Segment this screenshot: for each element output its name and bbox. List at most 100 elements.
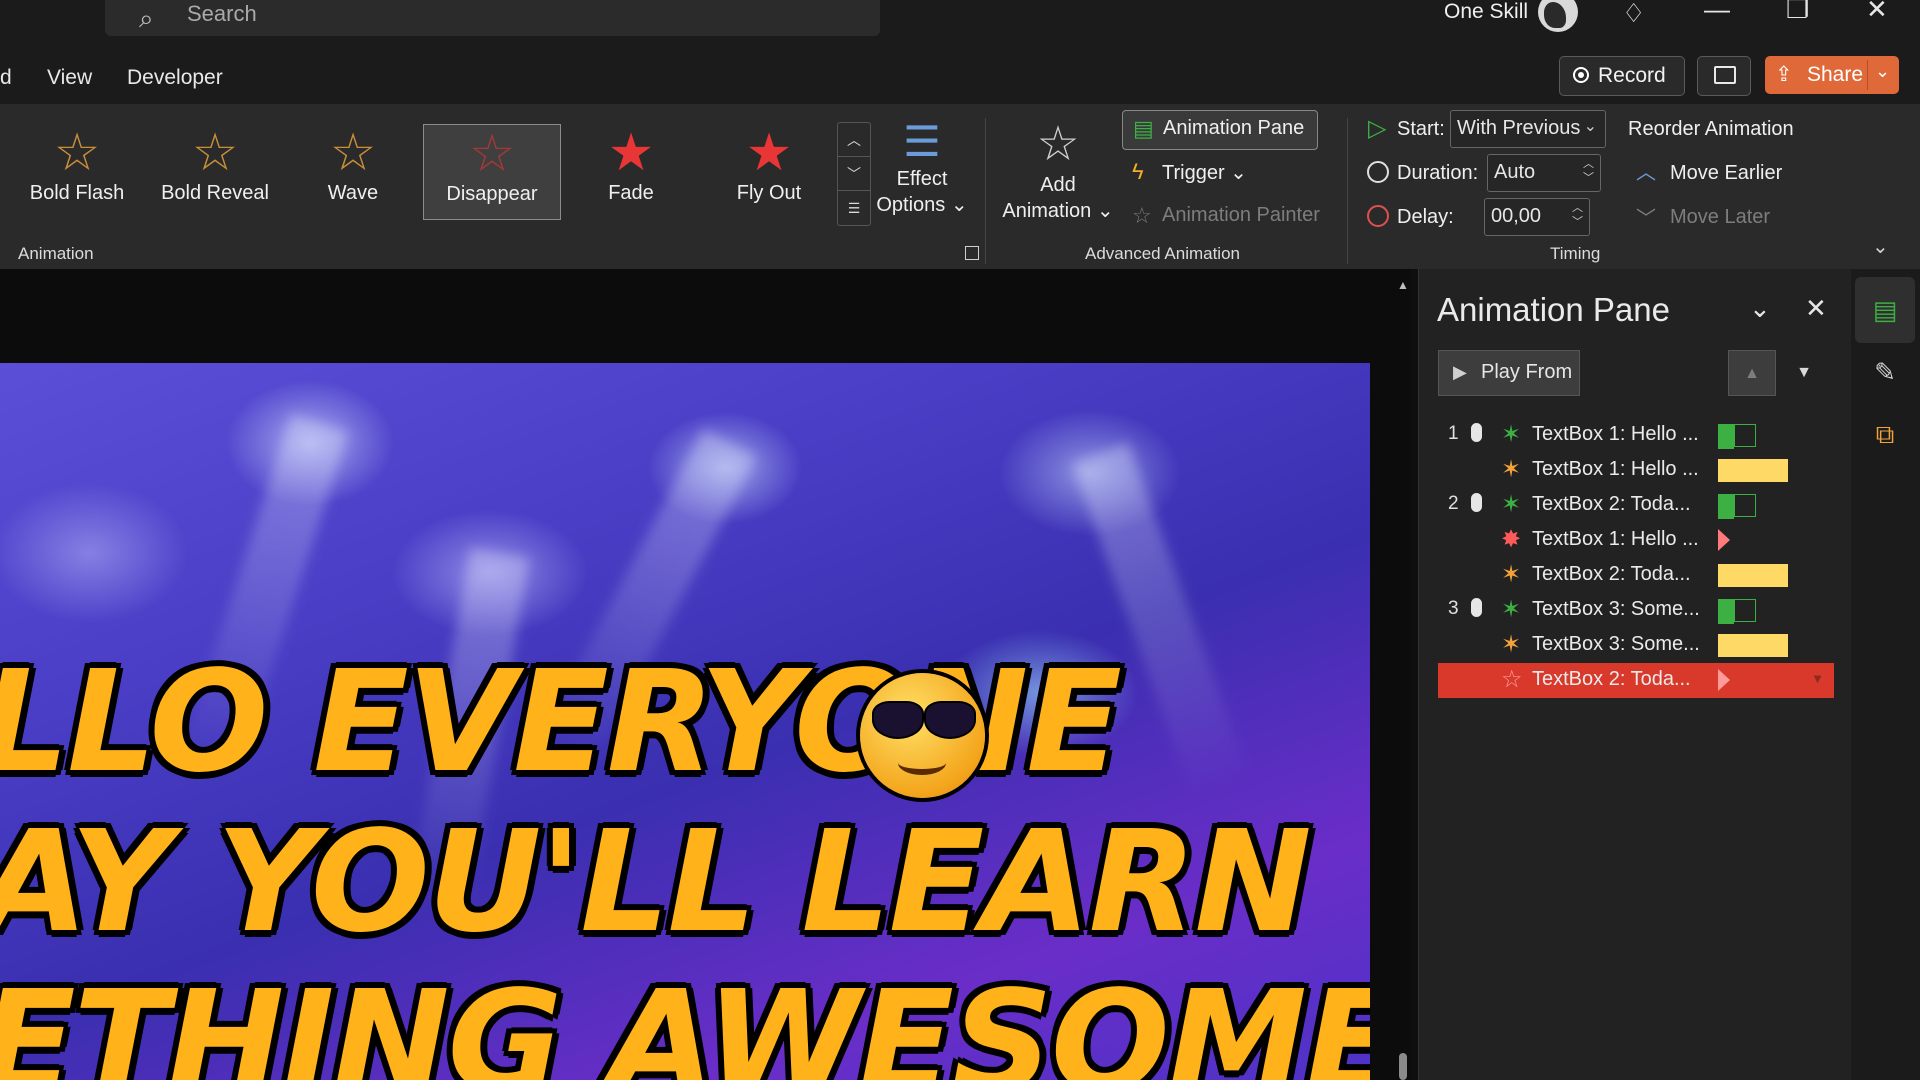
start-dropdown[interactable]: With Previous ⌄ [1450,110,1606,148]
animation-item[interactable]: 2 ✶ TextBox 2: Toda... [1438,488,1834,523]
record-button[interactable]: Record [1559,56,1685,96]
scroll-thumb[interactable] [1399,1053,1407,1080]
timeline-bar-outline [1734,599,1756,622]
effect-options-button[interactable]: ☰ Effect Options ⌄ [870,118,974,218]
designer-icon[interactable]: ✎ [1855,339,1915,405]
timeline-bar-yellow[interactable] [1718,634,1788,657]
animation-item[interactable]: ✶ TextBox 3: Some... [1438,628,1834,663]
slide-canvas[interactable]: LLO EVERYONE AY YOU'LL LEARN ETHING AWES… [0,363,1370,1080]
duration-field[interactable]: Auto ︿ ﹀ [1487,154,1601,192]
tab-partial[interactable]: d [0,66,12,90]
slide-text-line-2[interactable]: AY YOU'LL LEARN [0,808,1312,958]
chevron-down-icon[interactable]: ⌄ [1875,61,1890,82]
timeline-bar-green[interactable] [1718,424,1734,449]
play-from-button[interactable]: ▶ Play From [1438,350,1580,396]
group-divider [985,118,986,264]
item-dropdown-arrow-icon[interactable]: ▼ [1811,671,1824,686]
effect-bold-flash[interactable]: ☆ Bold Flash [9,124,145,220]
duration-spinner[interactable]: ︿ ﹀ [1583,157,1594,185]
move-down-button[interactable]: ▼ [1780,350,1828,396]
selection-pane-icon[interactable]: ⧉ [1855,401,1915,467]
timeline-bar-green[interactable] [1718,599,1734,624]
animation-painter-button[interactable]: ☆ Animation Painter [1122,198,1332,236]
effect-disappear[interactable]: ☆ Disappear [423,124,561,220]
right-rail: ▤ ✎ ⧉ [1851,269,1920,1080]
chevron-down-icon: ﹀ [1636,208,1656,230]
dialog-launcher-icon[interactable] [965,246,979,260]
timeline-bar-green[interactable] [1718,494,1734,519]
share-divider [1867,60,1868,90]
start-value: With Previous [1457,117,1581,139]
add-animation-button[interactable]: ☆ Add Animation ⌄ [996,118,1120,224]
timeline-bar-yellow[interactable] [1718,564,1788,587]
timeline-triangle-red[interactable] [1718,529,1730,551]
slide-text-line-3[interactable]: ETHING AWESOME [0,968,1370,1080]
group-label-animation: Animation [18,244,94,263]
animation-item[interactable]: ✶ TextBox 1: Hello ... [1438,453,1834,488]
effect-fly-out[interactable]: ★ Fly Out [701,124,837,220]
mouse-click-icon [1471,493,1482,512]
gallery-scroll-down[interactable]: ﹀ [838,157,870,191]
item-label: TextBox 2: Toda... [1532,493,1691,515]
entrance-star-icon: ✶ [1501,491,1522,518]
timeline-bar-outline [1734,424,1756,447]
gallery-more[interactable]: ☰ [838,191,870,225]
gallery-scroll-up[interactable]: ︿ [838,123,870,157]
minimize-button[interactable]: — [1704,0,1730,25]
comments-button[interactable] [1697,56,1751,96]
effect-label: Fly Out [736,182,802,204]
scroll-up-icon[interactable]: ▲ [1397,278,1409,292]
effect-label: Wave [327,182,379,204]
animation-item[interactable]: 1 ✶ TextBox 1: Hello ... [1438,418,1834,453]
search-box[interactable]: ⌕ Search [105,0,880,36]
close-pane-icon[interactable]: ✕ [1805,293,1827,324]
group-label-advanced-animation: Advanced Animation [1085,244,1240,263]
move-later-button[interactable]: ﹀ Move Later [1636,200,1796,230]
play-from-label: Play From [1481,361,1573,383]
move-up-button[interactable]: ▲ [1728,350,1776,396]
animation-painter-icon: ☆ [1132,203,1152,228]
animation-pane-icon: ▤ [1133,116,1154,141]
animation-pane-button[interactable]: ▤ Animation Pane [1122,110,1318,150]
item-number: 1 [1448,423,1459,444]
effect-wave[interactable]: ☆ Wave [285,124,421,220]
effect-fade[interactable]: ★ Fade [563,124,699,220]
avatar[interactable] [1538,0,1578,32]
premium-diamond-icon[interactable]: ♢ [1622,0,1645,29]
group-divider [1347,118,1348,264]
gallery-scroll: ︿ ﹀ ☰ [837,122,871,226]
emphasis-star-icon: ✶ [1501,561,1522,588]
item-number: 2 [1448,493,1459,514]
user-name[interactable]: One Skill [1444,0,1528,24]
animation-pane-toggle-icon[interactable]: ▤ [1855,277,1915,343]
share-button[interactable]: ⇪ Share ⌄ [1765,56,1899,94]
item-label: TextBox 3: Some... [1532,633,1700,655]
comment-icon [1714,66,1736,84]
record-icon [1573,67,1589,83]
restore-button[interactable]: ❐ [1786,0,1809,25]
entrance-star-icon: ✶ [1501,596,1522,623]
move-earlier-button[interactable]: ︿ Move Earlier [1636,156,1796,186]
timeline-triangle-red[interactable] [1718,669,1730,691]
animation-item[interactable]: 3 ✶ TextBox 3: Some... [1438,593,1834,628]
tab-view[interactable]: View [47,66,92,90]
effect-label: Bold Flash [29,182,125,204]
animation-painter-label: Animation Painter [1162,204,1320,226]
delay-field[interactable]: 00,00 ︿ ﹀ [1484,198,1590,236]
effect-options-label-2: Options ⌄ [876,194,968,216]
animation-item[interactable]: ✶ TextBox 2: Toda... [1438,558,1834,593]
editor-vertical-scrollbar[interactable]: ▲ [1397,278,1409,1080]
add-animation-label-1: Add [1040,174,1076,196]
tab-developer[interactable]: Developer [127,66,223,90]
effect-bold-reveal[interactable]: ☆ Bold Reveal [147,124,283,220]
pane-options-chevron-icon[interactable]: ⌄ [1749,293,1771,324]
trigger-button[interactable]: ϟ Trigger ⌄ [1122,154,1262,192]
animation-item-selected[interactable]: ☆ TextBox 2: Toda... ▼ [1438,663,1834,698]
close-window-button[interactable]: ✕ [1866,0,1888,25]
bold-reveal-star-icon: ☆ [191,124,239,182]
reorder-animation-title: Reorder Animation [1628,118,1794,140]
delay-spinner[interactable]: ︿ ﹀ [1572,201,1583,229]
animation-item[interactable]: ✸ TextBox 1: Hello ... [1438,523,1834,558]
collapse-ribbon-icon[interactable]: ⌄ [1872,234,1889,259]
timeline-bar-yellow[interactable] [1718,459,1788,482]
